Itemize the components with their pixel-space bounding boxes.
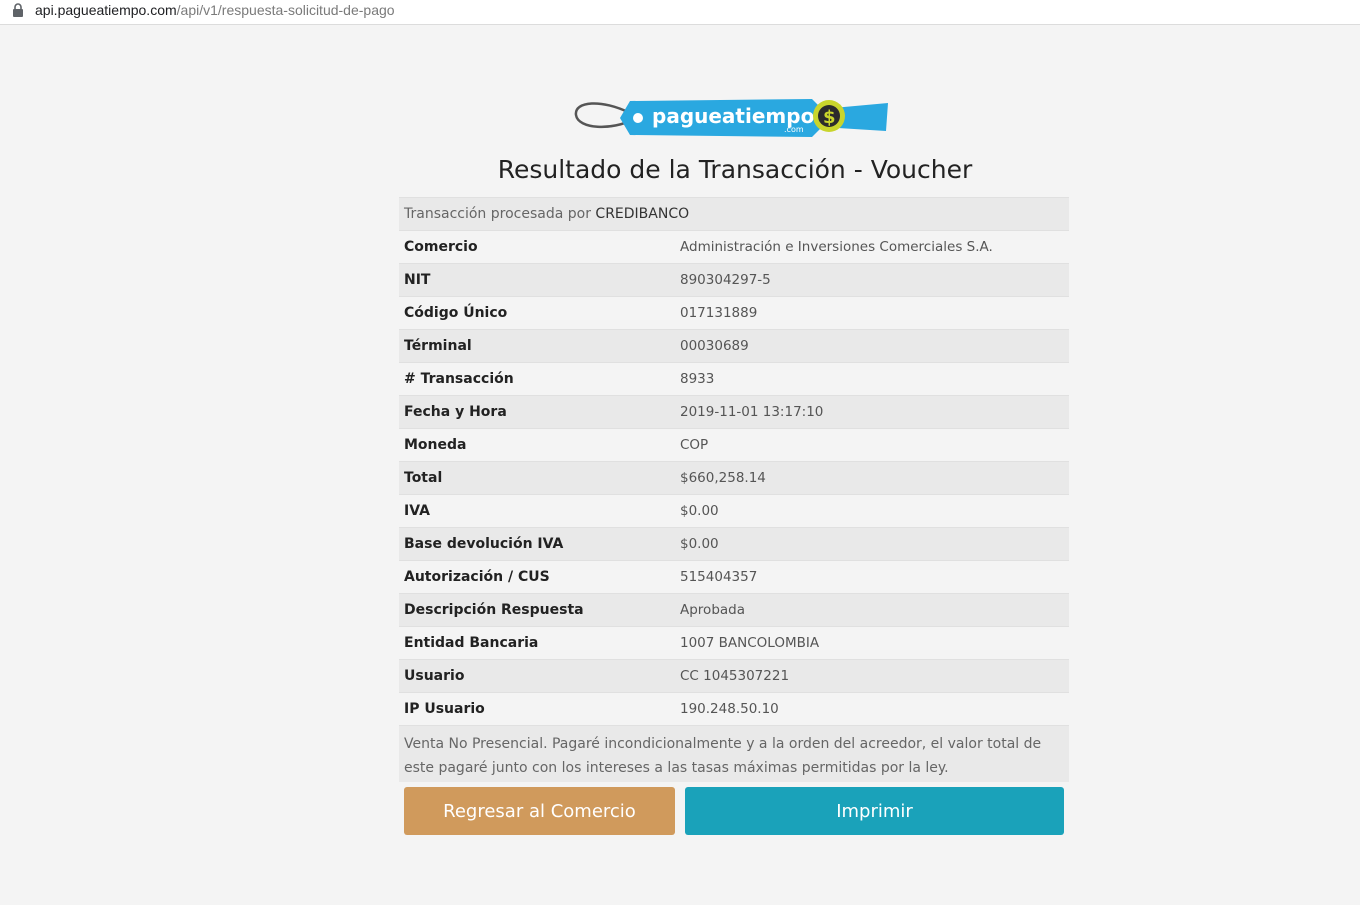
row-label: Términal	[404, 338, 472, 354]
row-value: $660,258.14	[680, 470, 766, 486]
table-row: Entidad Bancaria 1007 BANCOLOMBIA	[399, 626, 1069, 659]
table-row: # Transacción 8933	[399, 362, 1069, 395]
url-text[interactable]: api.pagueatiempo.com/api/v1/respuesta-so…	[35, 2, 395, 18]
row-label: # Transacción	[404, 371, 514, 387]
table-row: NIT 890304297-5	[399, 263, 1069, 296]
row-label: Código Único	[404, 305, 508, 321]
table-row: Descripción Respuesta Aprobada	[399, 593, 1069, 626]
row-label: IP Usuario	[404, 701, 485, 717]
table-row: IP Usuario 190.248.50.10	[399, 692, 1069, 725]
processor-name: CREDIBANCO	[595, 206, 690, 222]
table-row: Comercio Administración e Inversiones Com…	[399, 230, 1069, 263]
address-bar[interactable]: api.pagueatiempo.com/api/v1/respuesta-so…	[0, 0, 1360, 25]
processed-by-text: Transacción procesada por CREDIBANCO	[399, 206, 689, 222]
row-value: 890304297-5	[680, 272, 771, 288]
url-path: /api/v1/respuesta-solicitud-de-pago	[176, 2, 395, 18]
row-value: 8933	[680, 371, 715, 387]
row-label: Autorización / CUS	[404, 569, 550, 585]
row-value: 515404357	[680, 569, 758, 585]
row-label: Usuario	[404, 668, 465, 684]
action-buttons: Regresar al Comercio Imprimir	[404, 787, 1064, 835]
row-label: Descripción Respuesta	[404, 602, 584, 618]
print-button[interactable]: Imprimir	[685, 787, 1064, 835]
legal-note: Venta No Presencial. Pagaré incondiciona…	[399, 725, 1069, 782]
row-label: Moneda	[404, 437, 467, 453]
logo-symbol: $	[823, 107, 836, 128]
processed-by-prefix: Transacción procesada por	[404, 206, 591, 222]
voucher-table: Transacción procesada por CREDIBANCO Com…	[399, 197, 1069, 782]
row-value: 00030689	[680, 338, 749, 354]
row-value: 190.248.50.10	[680, 701, 779, 717]
row-value: 1007 BANCOLOMBIA	[680, 635, 820, 651]
row-value: COP	[680, 437, 709, 453]
table-row: Usuario CC 1045307221	[399, 659, 1069, 692]
page-title: Resultado de la Transacción - Voucher	[497, 155, 973, 184]
table-row: Código Único 017131889	[399, 296, 1069, 329]
row-value: $0.00	[680, 503, 719, 519]
row-value: Aprobada	[680, 602, 746, 618]
row-value: 2019-11-01 13:17:10	[680, 404, 824, 420]
table-row: Moneda COP	[399, 428, 1069, 461]
return-to-merchant-button[interactable]: Regresar al Comercio	[404, 787, 675, 835]
row-value: $0.00	[680, 536, 719, 552]
table-row: Base devolución IVA $0.00	[399, 527, 1069, 560]
logo-sub: .com	[784, 125, 804, 134]
table-row: Total $660,258.14	[399, 461, 1069, 494]
row-label: IVA	[404, 503, 430, 519]
table-row: Términal 00030689	[399, 329, 1069, 362]
row-value: Administración e Inversiones Comerciales…	[680, 239, 993, 255]
table-row: IVA $0.00	[399, 494, 1069, 527]
row-value: 017131889	[680, 305, 758, 321]
table-row: Autorización / CUS 515404357	[399, 560, 1069, 593]
row-label: Base devolución IVA	[404, 536, 564, 552]
row-label: Fecha y Hora	[404, 404, 507, 420]
row-label: Entidad Bancaria	[404, 635, 539, 651]
row-label: Total	[404, 470, 443, 486]
url-host: api.pagueatiempo.com	[35, 2, 177, 18]
processed-by-row: Transacción procesada por CREDIBANCO	[399, 197, 1069, 230]
row-label: Comercio	[404, 239, 478, 255]
row-label: NIT	[404, 272, 431, 288]
lock-icon	[13, 3, 23, 17]
row-value: CC 1045307221	[680, 668, 790, 684]
pagueatiempo-logo: pagueatiempo .com $	[574, 99, 888, 137]
table-row: Fecha y Hora 2019-11-01 13:17:10	[399, 395, 1069, 428]
